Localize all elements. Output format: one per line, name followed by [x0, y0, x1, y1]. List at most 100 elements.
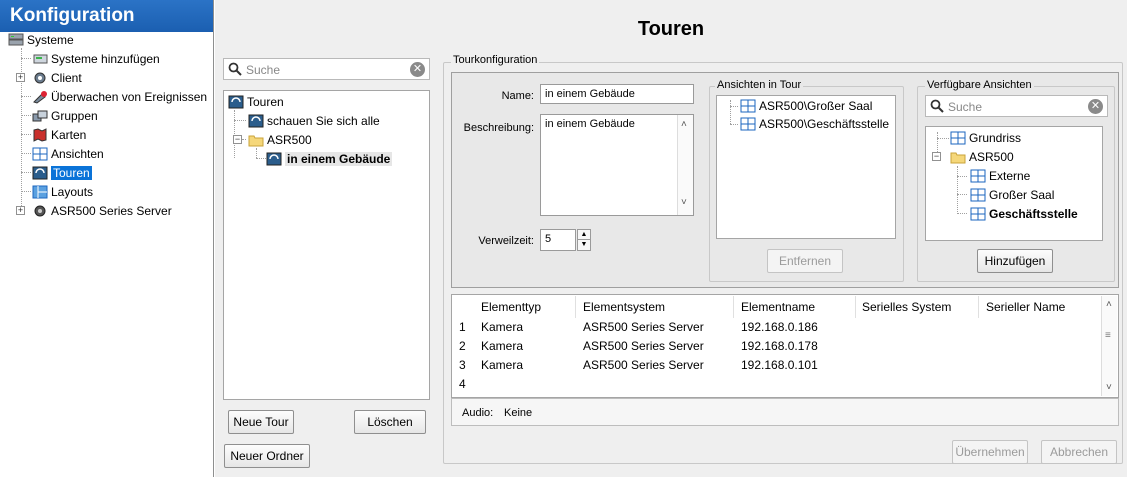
tree-connector	[21, 96, 31, 97]
view-in-tour-item[interactable]: ASR500\Geschäftsstelle	[740, 115, 889, 133]
collapse-icon[interactable]: −	[932, 152, 941, 161]
nav-item-label: Layouts	[51, 185, 94, 199]
scroll-down-icon[interactable]: ˅	[681, 197, 687, 208]
stepper-down-icon[interactable]: ▼	[578, 240, 590, 250]
tree-connector	[21, 134, 31, 135]
row-number: 1	[459, 320, 466, 334]
nav-item-label: Client	[51, 71, 82, 85]
dwell-time-label: Verweilzeit:	[478, 235, 534, 247]
tour-tree-root[interactable]: Touren	[228, 93, 284, 111]
view-item-label: ASR500	[969, 150, 1014, 164]
view-grid-icon	[950, 131, 966, 145]
clear-icon[interactable]: ✕	[410, 62, 425, 77]
remove-button[interactable]: Entfernen	[767, 249, 843, 273]
available-view-item-selected[interactable]: Geschäftsstelle	[970, 205, 1078, 223]
nav-item-label: ASR500 Series Server	[51, 204, 172, 218]
view-grid-icon	[970, 207, 986, 221]
new-tour-button[interactable]: Neue Tour	[228, 410, 294, 434]
tree-item-label: schauen Sie sich alle	[267, 114, 380, 128]
nav-item-label: Überwachen von Ereignissen	[51, 90, 208, 104]
scroll-up-icon[interactable]: ˄	[1106, 299, 1112, 310]
add-button[interactable]: Hinzufügen	[977, 249, 1053, 273]
view-item-label: Externe	[989, 169, 1031, 183]
tour-search-input[interactable]: Suche ✕	[223, 58, 430, 80]
nav-item-ueberwachen[interactable]: Überwachen von Ereignissen	[32, 88, 207, 106]
nav-item-touren[interactable]: Touren	[32, 164, 92, 182]
tree-connector	[937, 138, 949, 139]
view-grid-icon	[970, 169, 986, 183]
tour-tree-folder[interactable]: ASR500	[248, 131, 312, 149]
scroll-down-icon[interactable]: ˅	[1106, 382, 1112, 393]
available-view-item[interactable]: Grundriss	[950, 129, 1021, 147]
description-text: in einem Gebäude	[545, 118, 635, 130]
cell-name: 192.168.0.178	[741, 339, 818, 353]
available-view-item[interactable]: Externe	[970, 167, 1030, 185]
row-number: 3	[459, 358, 466, 372]
column-header-elementname[interactable]: Elementname	[741, 300, 815, 314]
stepper-up-icon[interactable]: ▲	[578, 230, 590, 240]
gear-icon	[32, 71, 48, 85]
nav-item-karten[interactable]: Karten	[32, 126, 86, 144]
column-separator	[575, 296, 576, 318]
column-header-serieller-name[interactable]: Serieller Name	[986, 300, 1065, 314]
description-field[interactable]: in einem Gebäude ˄ ˅	[540, 114, 694, 216]
tour-icon	[228, 95, 244, 109]
tour-tree-item-selected[interactable]: in einem Gebäude	[266, 150, 393, 168]
audio-label: Audio:	[462, 407, 494, 419]
cell-type: Kamera	[481, 320, 524, 334]
tree-connector	[730, 100, 731, 124]
expand-icon[interactable]: +	[16, 73, 25, 82]
description-label: Beschreibung:	[463, 122, 534, 134]
nav-item-gruppen[interactable]: Gruppen	[32, 107, 98, 125]
view-grid-icon	[32, 147, 48, 161]
layout-icon	[32, 185, 48, 199]
row-number: 4	[459, 377, 466, 391]
nav-item-systeme-hinzufuegen[interactable]: Systeme hinzufügen	[32, 50, 160, 68]
collapse-icon[interactable]: −	[233, 135, 242, 144]
dwell-time-field[interactable]: 5	[540, 229, 576, 251]
row-number: 2	[459, 339, 466, 353]
new-folder-button[interactable]: Neuer Ordner	[224, 444, 310, 468]
view-grid-icon	[740, 99, 756, 113]
column-header-elementsystem[interactable]: Elementsystem	[583, 300, 665, 314]
folder-icon	[248, 133, 264, 147]
column-header-elementtyp[interactable]: Elementtyp	[481, 300, 541, 314]
nav-item-systeme[interactable]: Systeme	[8, 31, 74, 49]
tree-connector	[21, 191, 31, 192]
nav-item-ansichten[interactable]: Ansichten	[32, 145, 104, 163]
clear-icon[interactable]: ✕	[1088, 99, 1103, 114]
cell-name: 192.168.0.101	[741, 358, 818, 372]
column-header-serielles-system[interactable]: Serielles System	[862, 300, 951, 314]
scroll-up-icon[interactable]: ˄	[681, 119, 687, 130]
column-separator	[855, 296, 856, 318]
name-field[interactable]: in einem Gebäude	[540, 84, 694, 104]
delete-button[interactable]: Löschen	[354, 410, 426, 434]
search-icon	[228, 62, 242, 79]
dwell-time-stepper[interactable]: ▲ ▼	[577, 229, 591, 251]
tree-connector	[957, 194, 967, 195]
scroll-thumb-icon[interactable]: ≡	[1105, 330, 1111, 341]
nav-item-label: Systeme hinzufügen	[51, 52, 160, 66]
view-in-tour-item[interactable]: ASR500\Großer Saal	[740, 97, 872, 115]
apply-button[interactable]: Übernehmen	[952, 440, 1028, 464]
description-scrollbar[interactable]: ˄ ˅	[677, 115, 693, 215]
available-view-item[interactable]: Großer Saal	[970, 186, 1054, 204]
available-view-folder[interactable]: ASR500	[950, 148, 1014, 166]
available-views-search-input[interactable]: Suche ✕	[925, 95, 1108, 117]
tree-connector	[21, 58, 31, 59]
view-item-label: Grundriss	[969, 131, 1022, 145]
tree-connector	[234, 120, 246, 121]
server-icon	[32, 204, 48, 218]
folder-icon	[950, 150, 966, 164]
tour-tree-item[interactable]: schauen Sie sich alle	[248, 112, 380, 130]
expand-icon[interactable]: +	[16, 206, 25, 215]
nav-item-label: Gruppen	[51, 109, 98, 123]
tour-icon	[248, 114, 264, 128]
cancel-button[interactable]: Abbrechen	[1041, 440, 1117, 464]
tree-connector	[256, 148, 257, 158]
table-scrollbar[interactable]: ˄ ≡ ˅	[1101, 296, 1117, 396]
nav-item-asr500-server[interactable]: ASR500 Series Server	[32, 202, 172, 220]
tour-icon	[32, 166, 48, 180]
nav-item-client[interactable]: Client	[32, 69, 82, 87]
nav-item-layouts[interactable]: Layouts	[32, 183, 93, 201]
